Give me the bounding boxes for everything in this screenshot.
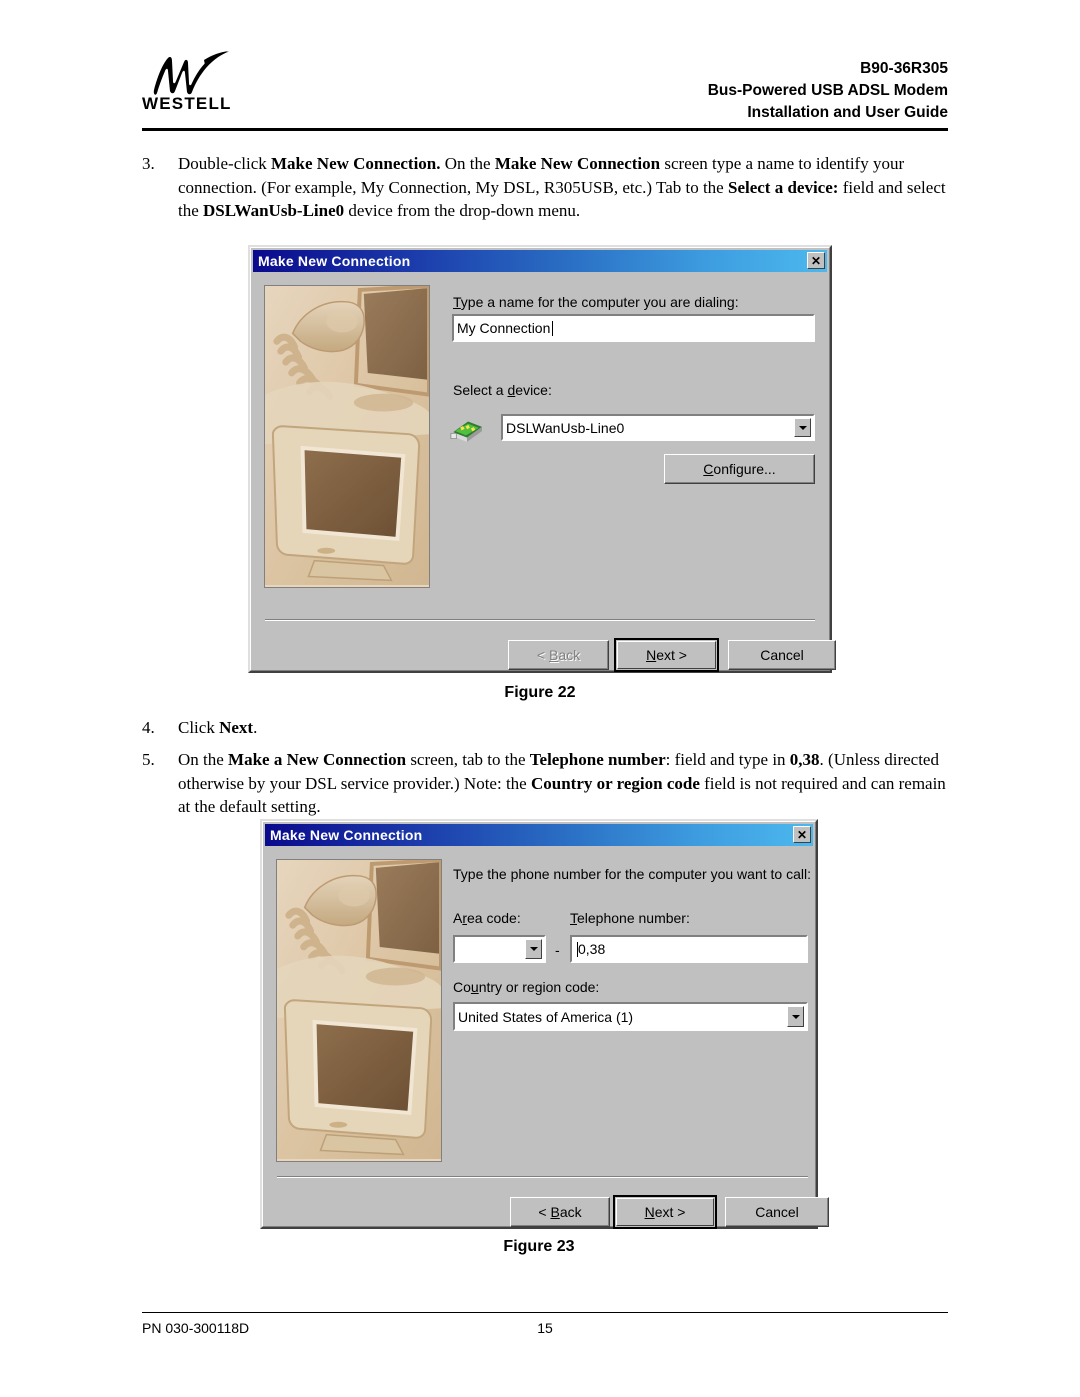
close-icon[interactable]: ✕	[807, 252, 825, 269]
dialog-2-separator	[277, 1176, 808, 1178]
footer-page-number: 15	[537, 1320, 553, 1336]
step-5: 5. On the Make a New Connection screen, …	[142, 748, 954, 819]
telephone-number-input[interactable]: 0,38	[570, 935, 808, 963]
westell-logo: WESTELL	[142, 50, 252, 122]
dialog-1-separator	[265, 619, 815, 621]
footer-divider	[142, 1312, 948, 1313]
select-device-dropdown[interactable]: DSLWanUsb-Line0	[501, 414, 815, 441]
dialog-2-body: Type the phone number for the computer y…	[265, 848, 829, 1229]
header-divider	[142, 128, 948, 131]
phone-and-monitor-photo	[277, 860, 441, 1160]
step-3: 3. Double-click Make New Connection. On …	[142, 152, 954, 223]
cancel-button-label: Cancel	[755, 1204, 799, 1220]
next-button[interactable]: Next >	[614, 638, 719, 672]
dialog-1-device-label: Select a device:	[453, 382, 552, 398]
dialog-1-name-label-mnemonic: T	[453, 294, 461, 310]
back-button-label: < Back	[538, 1204, 582, 1220]
configure-button-label: Configure...	[703, 461, 776, 477]
chevron-down-icon[interactable]	[525, 939, 542, 959]
select-device-value: DSLWanUsb-Line0	[506, 419, 625, 436]
step-3-number: 3.	[142, 154, 155, 173]
step-5-number: 5.	[142, 750, 155, 769]
dialog-1-name-label-rest: ype a name for the computer you are dial…	[460, 294, 739, 310]
dialog-2-illustration	[276, 859, 442, 1162]
network-adapter-icon	[450, 421, 482, 442]
back-button[interactable]: < Back	[508, 640, 609, 670]
westell-brushstroke-icon	[153, 51, 229, 95]
phone-dash-separator: -	[555, 942, 560, 958]
step-5-text: On the Make a New Connection screen, tab…	[178, 750, 946, 816]
telephone-number-value: 0,38	[578, 941, 606, 957]
cancel-button-label: Cancel	[760, 647, 804, 663]
connection-name-input[interactable]: My Connection	[452, 314, 815, 342]
dialog-1-body: Type a name for the computer you are dia…	[253, 274, 836, 672]
next-button-label: Next >	[644, 1204, 686, 1220]
header-product: Bus-Powered USB ADSL Modem	[707, 82, 948, 99]
header-doctype: Installation and User Guide	[747, 104, 948, 121]
back-button[interactable]: < Back	[510, 1197, 610, 1227]
step-4-number: 4.	[142, 718, 155, 737]
step-4: 4. Click Next.	[142, 716, 954, 740]
dialog-1-title: Make New Connection	[258, 253, 411, 269]
dialog-1-illustration	[264, 285, 430, 588]
telephone-number-label: Telephone number:	[570, 910, 690, 926]
area-code-dropdown[interactable]	[453, 935, 546, 963]
country-or-region-label: Country or region code:	[453, 979, 600, 995]
westell-wordmark: WESTELL	[142, 94, 232, 113]
figure-23-caption: Figure 23	[503, 1238, 575, 1255]
figure-22-caption: Figure 22	[504, 684, 576, 701]
configure-button[interactable]: Configure...	[664, 454, 815, 484]
next-button-label: Next >	[646, 647, 687, 663]
text-caret	[552, 320, 554, 336]
dialog-1-device-label-pre: Select a	[453, 382, 508, 398]
page-header: WESTELL B90-36R305 Bus-Powered USB ADSL …	[142, 48, 948, 126]
header-title-block: B90-36R305 Bus-Powered USB ADSL Modem In…	[708, 58, 948, 124]
make-new-connection-dialog-1[interactable]: Make New Connection ✕ Type a name for th…	[248, 245, 836, 673]
chevron-down-icon[interactable]	[787, 1006, 804, 1027]
connection-name-value: My Connection	[457, 320, 551, 336]
area-code-label: Area code:	[453, 910, 521, 926]
make-new-connection-dialog-2[interactable]: Make New Connection ✕ Type the phone num…	[260, 819, 829, 1229]
back-button-label: < Back	[536, 647, 581, 663]
country-or-region-dropdown[interactable]: United States of America (1)	[453, 1002, 808, 1031]
dialog-1-name-label: Type a name for the computer you are dia…	[453, 294, 739, 310]
step-4-text: Click Next.	[178, 718, 258, 737]
cancel-button[interactable]: Cancel	[725, 1197, 829, 1227]
dialog-1-device-label-rest: evice:	[515, 382, 552, 398]
cancel-button[interactable]: Cancel	[728, 640, 836, 670]
dialog-1-titlebar[interactable]: Make New Connection ✕	[253, 250, 827, 272]
dialog-2-titlebar[interactable]: Make New Connection ✕	[265, 824, 813, 846]
next-button[interactable]: Next >	[613, 1195, 717, 1229]
country-or-region-value: United States of America (1)	[458, 1008, 634, 1025]
dialog-2-title: Make New Connection	[270, 827, 423, 843]
header-model: B90-36R305	[860, 60, 948, 77]
dialog-2-prompt: Type the phone number for the computer y…	[453, 866, 811, 882]
chevron-down-icon[interactable]	[794, 418, 811, 437]
step-3-text: Double-click Make New Connection. On the…	[178, 154, 946, 220]
close-icon[interactable]: ✕	[793, 826, 811, 843]
phone-and-monitor-photo	[265, 286, 429, 586]
